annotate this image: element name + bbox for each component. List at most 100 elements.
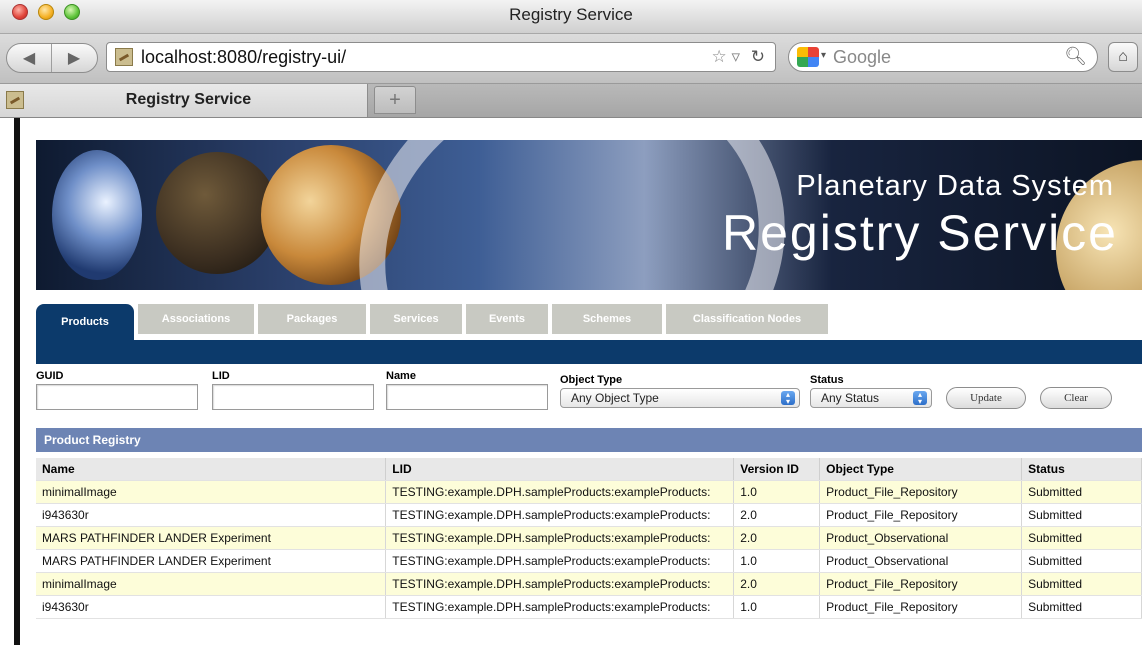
back-arrow-icon: ◀ (22, 50, 36, 67)
guid-label: GUID (36, 370, 64, 382)
cell-object-type: Product_File_Repository (819, 480, 1023, 504)
reload-icon[interactable]: ↻ (751, 47, 765, 66)
search-placeholder: Google (833, 47, 892, 67)
cell-name: MARS PATHFINDER LANDER Experiment (36, 526, 387, 550)
cell-status: Submitted (1021, 526, 1142, 550)
lid-input[interactable] (212, 384, 374, 410)
cell-status: Submitted (1021, 480, 1142, 504)
tab-strip: Registry Service + (0, 84, 1142, 118)
table-row[interactable]: minimalImage TESTING:example.DPH.sampleP… (36, 572, 1142, 596)
select-arrows-icon: ▴ ▾ (781, 391, 795, 406)
url-text: localhost:8080/registry-ui/ (141, 47, 347, 67)
cell-version-id: 2.0 (733, 572, 821, 596)
window-titlebar: Registry Service (0, 0, 1142, 34)
name-input[interactable] (386, 384, 548, 410)
nav-button-group: ◀ ▶ (6, 43, 98, 73)
object-type-label: Object Type (560, 374, 623, 386)
cell-lid: TESTING:example.DPH.sampleProducts:examp… (385, 595, 735, 619)
cell-object-type: Product_Observational (819, 526, 1023, 550)
cell-name: MARS PATHFINDER LANDER Experiment (36, 549, 387, 573)
column-header-object-type[interactable]: Object Type (819, 458, 1023, 481)
cell-object-type: Product_File_Repository (819, 503, 1023, 527)
tab-events[interactable]: Events (466, 304, 548, 334)
lid-label: LID (212, 370, 230, 382)
tab-packages[interactable]: Packages (258, 304, 366, 334)
tab-products[interactable]: Products (36, 304, 134, 340)
magnifier-icon[interactable]: 🔍︎ (1064, 46, 1087, 67)
object-type-value: Any Object Type (571, 391, 659, 405)
cell-lid: TESTING:example.DPH.sampleProducts:examp… (385, 480, 735, 504)
search-bar[interactable]: ▾ Google 🔍︎ (788, 42, 1098, 72)
object-type-select[interactable]: Any Object Type ▴ ▾ (560, 388, 800, 408)
cell-object-type: Product_File_Repository (819, 595, 1023, 619)
cell-status: Submitted (1021, 595, 1142, 619)
name-label: Name (386, 370, 416, 382)
history-dropdown-icon[interactable]: ▿ (731, 47, 740, 66)
status-label: Status (810, 374, 844, 386)
cell-name: minimalImage (36, 480, 387, 504)
forward-button[interactable]: ▶ (52, 44, 96, 72)
banner-title: Registry Service (722, 205, 1118, 261)
tab-schemes[interactable]: Schemes (552, 304, 662, 334)
section-nav-bar (36, 340, 1142, 364)
status-value: Any Status (821, 391, 880, 405)
filter-form: GUID LID Name Object Type Any Object Typ… (36, 368, 1142, 426)
column-header-lid[interactable]: LID (385, 458, 735, 481)
pds-banner: Planetary Data System Registry Service (36, 140, 1142, 290)
cell-lid: TESTING:example.DPH.sampleProducts:examp… (385, 549, 735, 573)
cell-status: Submitted (1021, 503, 1142, 527)
guid-input[interactable] (36, 384, 198, 410)
table-row[interactable]: i943630r TESTING:example.DPH.sampleProdu… (36, 595, 1142, 619)
column-header-version-id[interactable]: Version ID (733, 458, 821, 481)
address-bar-icons: ☆ ▿ ↻ (711, 47, 765, 67)
banner-subtitle: Planetary Data System (796, 170, 1114, 202)
tab-label: Registry Service (125, 91, 252, 108)
cell-lid: TESTING:example.DPH.sampleProducts:examp… (385, 503, 735, 527)
select-arrows-icon: ▴ ▾ (913, 391, 927, 406)
update-button[interactable]: Update (946, 387, 1026, 409)
planet-graphic (156, 152, 278, 274)
cell-object-type: Product_Observational (819, 549, 1023, 573)
tab-services[interactable]: Services (370, 304, 462, 334)
product-table: Name LID Version ID Object Type Status m… (36, 458, 1142, 619)
tab-classification-nodes[interactable]: Classification Nodes (666, 304, 828, 334)
cell-version-id: 2.0 (733, 526, 821, 550)
cell-name: minimalImage (36, 572, 387, 596)
plus-icon: + (389, 89, 401, 111)
column-header-status[interactable]: Status (1021, 458, 1142, 481)
product-registry-panel: Product Registry Name LID Version ID Obj… (36, 428, 1142, 645)
home-button[interactable]: ⌂ (1108, 42, 1138, 72)
back-button[interactable]: ◀ (7, 44, 52, 72)
window-title: Registry Service (509, 5, 633, 24)
home-icon: ⌂ (1118, 48, 1128, 65)
site-favicon-icon (115, 48, 133, 66)
section-nav: Products Associations Packages Services … (36, 304, 1142, 364)
cell-version-id: 1.0 (733, 595, 821, 619)
cell-version-id: 2.0 (733, 503, 821, 527)
cell-status: Submitted (1021, 549, 1142, 573)
new-tab-button[interactable]: + (374, 86, 416, 114)
cell-version-id: 1.0 (733, 549, 821, 573)
cell-name: i943630r (36, 503, 387, 527)
browser-toolbar: ◀ ▶ localhost:8080/registry-ui/ ☆ ▿ ↻ ▾ … (0, 34, 1142, 84)
table-header-row: Name LID Version ID Object Type Status (36, 458, 1142, 481)
clear-button[interactable]: Clear (1040, 387, 1112, 409)
address-bar[interactable]: localhost:8080/registry-ui/ ☆ ▿ ↻ (106, 42, 776, 72)
cell-version-id: 1.0 (733, 480, 821, 504)
search-engine-icon[interactable] (797, 47, 819, 67)
panel-title: Product Registry (36, 428, 1142, 452)
cell-lid: TESTING:example.DPH.sampleProducts:examp… (385, 526, 735, 550)
table-row[interactable]: MARS PATHFINDER LANDER Experiment TESTIN… (36, 549, 1142, 573)
forward-arrow-icon: ▶ (67, 50, 81, 67)
tab-associations[interactable]: Associations (138, 304, 254, 334)
table-row[interactable]: minimalImage TESTING:example.DPH.sampleP… (36, 480, 1142, 504)
status-select[interactable]: Any Status ▴ ▾ (810, 388, 932, 408)
table-row[interactable]: MARS PATHFINDER LANDER Experiment TESTIN… (36, 526, 1142, 550)
planet-graphic (52, 150, 142, 280)
cell-name: i943630r (36, 595, 387, 619)
bookmark-star-icon[interactable]: ☆ (711, 47, 726, 66)
tab-registry-service[interactable]: Registry Service (0, 84, 368, 117)
column-header-name[interactable]: Name (36, 458, 387, 481)
table-row[interactable]: i943630r TESTING:example.DPH.sampleProdu… (36, 503, 1142, 527)
search-engine-dropdown-icon[interactable]: ▾ (821, 50, 826, 61)
